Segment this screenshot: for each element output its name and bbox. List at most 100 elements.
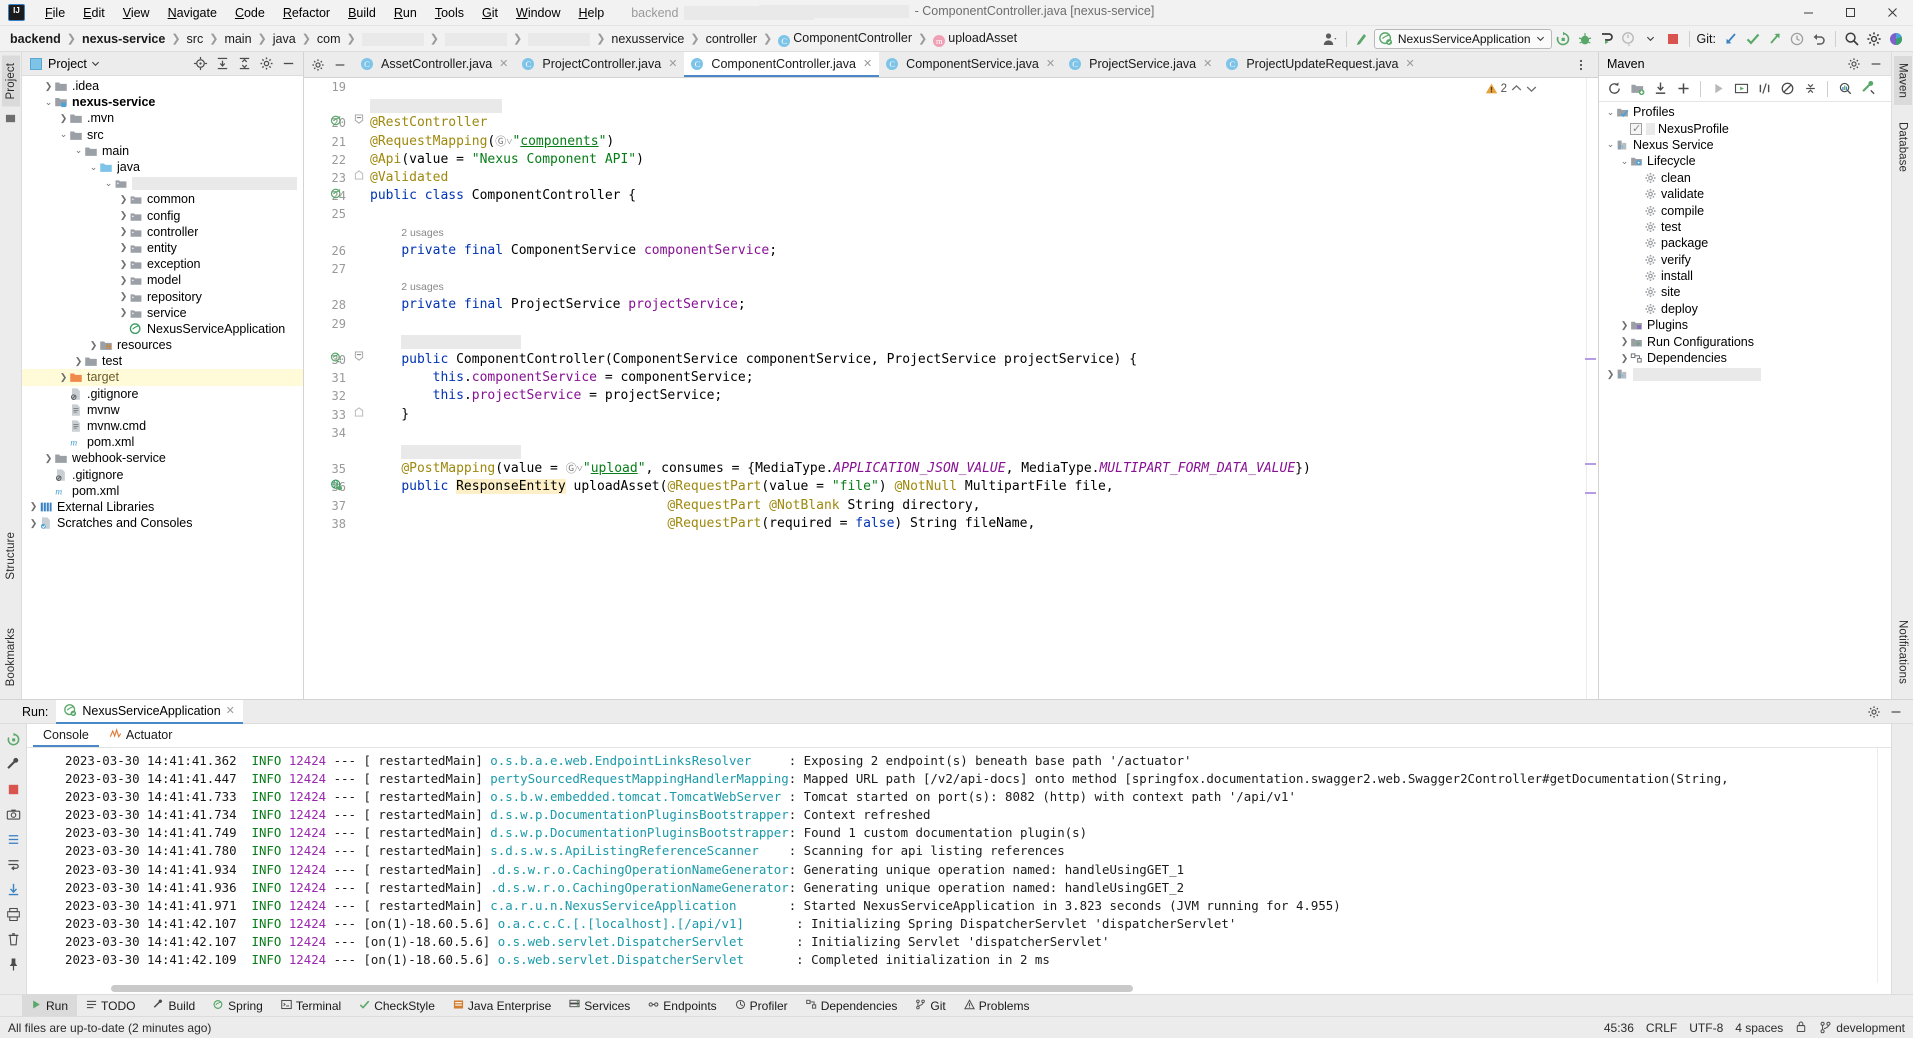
spring-bean-icon[interactable] <box>330 187 343 200</box>
breadcrumb-item-java[interactable]: java <box>271 32 298 46</box>
breadcrumb-item-src[interactable]: src <box>185 32 206 46</box>
menu-item-file[interactable]: File <box>36 3 74 23</box>
tree-item-common[interactable]: ❯ common <box>22 191 303 207</box>
breadcrumb-item-componentcontroller[interactable]: C ComponentController <box>776 31 914 47</box>
bottom-tab-todo[interactable]: TODO <box>77 995 144 1017</box>
download-sources-icon[interactable] <box>1649 78 1671 100</box>
gutter-icon-wrap[interactable] <box>330 114 343 132</box>
profile-checkbox[interactable] <box>1630 122 1642 135</box>
tree-item--idea[interactable]: ❯ .idea <box>22 78 303 94</box>
tree-item-pom-xml[interactable]: m pom.xml <box>22 434 303 450</box>
maven-tree[interactable]: ⌄ProfilesNexusProfile⌄mNexus Service⌄Lif… <box>1599 102 1891 699</box>
chevron-right-icon[interactable]: ❯ <box>88 340 99 350</box>
bottom-tab-problems[interactable]: Problems <box>955 995 1039 1017</box>
maven-tree-item-compile[interactable]: compile <box>1599 202 1891 218</box>
chevron-down-icon[interactable]: ⌄ <box>1619 156 1630 166</box>
maven-tree-item-redacted[interactable]: ❯ m <box>1599 366 1891 382</box>
console-error-stripe[interactable] <box>1877 748 1891 983</box>
chevron-right-icon[interactable]: ❯ <box>1619 320 1630 330</box>
chevron-down-icon[interactable] <box>1525 82 1538 95</box>
account-icon[interactable] <box>1319 28 1341 50</box>
tree-item-scratches-and-consoles[interactable]: ❯ Scratches and Consoles <box>22 515 303 531</box>
settings-icon[interactable] <box>255 53 277 75</box>
offline-mode-icon[interactable] <box>1776 78 1798 100</box>
chevron-down-icon[interactable] <box>91 59 100 68</box>
tree-item-src[interactable]: ⌄ src <box>22 127 303 143</box>
code-line[interactable]: private final ProjectService projectServ… <box>366 296 1586 314</box>
tree-item-nexusserviceapplication[interactable]: NexusServiceApplication <box>22 321 303 337</box>
chevron-up-icon[interactable] <box>1510 82 1523 95</box>
print-icon[interactable] <box>3 904 23 924</box>
maven-tree-item-install[interactable]: install <box>1599 268 1891 284</box>
chevron-down-icon[interactable]: ⌄ <box>73 146 84 155</box>
close-icon[interactable]: ✕ <box>1046 57 1055 70</box>
sidebar-item-project[interactable]: Project <box>1 56 20 107</box>
maven-tree-item-clean[interactable]: clean <box>1599 170 1891 186</box>
usage-hint[interactable]: 2 usages <box>401 281 444 293</box>
tree-item-entity[interactable]: ❯ entity <box>22 240 303 256</box>
close-icon[interactable]: ✕ <box>668 57 677 70</box>
update-project-icon[interactable] <box>1352 28 1374 50</box>
fold-end-icon[interactable] <box>354 169 364 187</box>
search-everywhere-icon[interactable] <box>1841 28 1863 50</box>
gutter-icon-wrap[interactable] <box>330 351 343 369</box>
code-line[interactable] <box>366 260 1586 278</box>
tree-item-repository[interactable]: ❯ repository <box>22 288 303 304</box>
run-tab-nexusserviceapplication[interactable]: NexusServiceApplication ✕ <box>56 699 243 724</box>
bottom-tab-build[interactable]: Build <box>144 995 204 1017</box>
bottom-tab-git[interactable]: Git <box>906 995 954 1017</box>
maven-tree-item-nexus-service[interactable]: ⌄ m Nexus Service <box>1599 137 1891 153</box>
code-line[interactable]: } <box>366 406 1586 424</box>
bottom-tab-java-enterprise[interactable]: Java Enterprise <box>444 995 560 1017</box>
add-icon[interactable] <box>1672 78 1694 100</box>
menu-item-tools[interactable]: Tools <box>426 3 473 23</box>
tree-item--gitignore[interactable]: .gitignore <box>22 467 303 483</box>
minimize-button[interactable] <box>1787 0 1829 26</box>
gutter-icon-wrap[interactable] <box>330 478 343 496</box>
chevron-down-icon[interactable] <box>1640 28 1662 50</box>
console-output-wrap[interactable]: 2023-03-30 14:41:41.362 INFO 12424 --- [… <box>27 748 1891 983</box>
chevron-right-icon[interactable]: ❯ <box>43 453 54 463</box>
soft-wrap-icon[interactable] <box>3 854 23 874</box>
maven-tree-item-profiles[interactable]: ⌄ Profiles <box>1599 104 1891 120</box>
editor-error-stripe[interactable] <box>1585 78 1598 699</box>
editor-tab-projectupdaterequest[interactable]: C ProjectUpdateRequest.java ✕ <box>1219 52 1421 77</box>
tree-item-redacted[interactable]: ⌄ <box>22 175 303 191</box>
editor-fold-column[interactable] <box>352 78 366 699</box>
hide-icon[interactable] <box>329 54 351 76</box>
code-line[interactable] <box>366 442 1586 460</box>
code-line[interactable] <box>366 78 1586 96</box>
menu-item-build[interactable]: Build <box>339 3 385 23</box>
tree-item-model[interactable]: ❯ model <box>22 272 303 288</box>
chevron-right-icon[interactable]: ❯ <box>118 211 129 220</box>
tree-item--gitignore[interactable]: .gitignore <box>22 386 303 402</box>
tree-item-pom-xml[interactable]: m pom.xml <box>22 483 303 499</box>
menu-item-window[interactable]: Window <box>507 3 569 23</box>
settings-icon[interactable] <box>307 54 329 76</box>
run-with-coverage-icon[interactable] <box>1596 28 1618 50</box>
rerun-icon[interactable] <box>3 729 23 749</box>
skip-tests-icon[interactable] <box>1753 78 1775 100</box>
tree-item-controller[interactable]: ❯ controller <box>22 224 303 240</box>
hide-icon[interactable] <box>1885 701 1907 723</box>
history-icon[interactable] <box>1786 28 1808 50</box>
web-endpoint-icon[interactable] <box>330 478 343 491</box>
maven-tree-item-deploy[interactable]: deploy <box>1599 301 1891 317</box>
indent-setting[interactable]: 4 spaces <box>1735 1021 1783 1035</box>
pin-icon[interactable] <box>3 954 23 974</box>
bottom-tab-endpoints[interactable]: Endpoints <box>639 995 725 1017</box>
fold-collapse-icon[interactable] <box>354 351 364 369</box>
code-line[interactable]: @PostMapping(value = Ⓖ˅"upload", consume… <box>366 460 1586 478</box>
git-commit-icon[interactable] <box>1742 28 1764 50</box>
maven-tree-item-run-configurations[interactable]: ❯ Run Configurations <box>1599 333 1891 349</box>
add-module-icon[interactable] <box>1626 78 1648 100</box>
bottom-tab-checkstyle[interactable]: CheckStyle <box>350 995 444 1017</box>
maven-tree-item-site[interactable]: site <box>1599 284 1891 300</box>
maven-tree-item-nexusprofile[interactable]: NexusProfile <box>1599 120 1891 136</box>
menu-item-edit[interactable]: Edit <box>74 3 114 23</box>
code-line[interactable]: @Validated <box>366 169 1586 187</box>
chevron-down-icon[interactable]: ⌄ <box>103 178 114 188</box>
code-editor[interactable]: 2 19202122232425262728293031323334353637… <box>304 78 1598 699</box>
menu-item-run[interactable]: Run <box>385 3 426 23</box>
breadcrumb-item-nexusservice[interactable]: nexusservice <box>609 32 686 46</box>
